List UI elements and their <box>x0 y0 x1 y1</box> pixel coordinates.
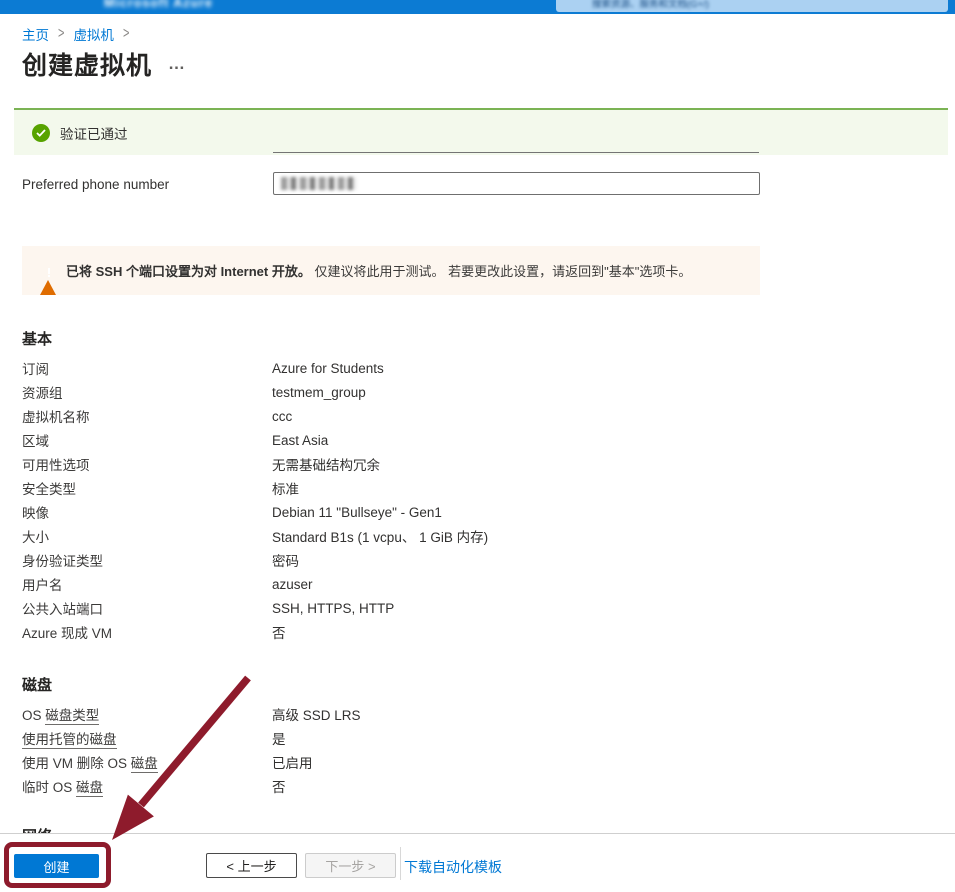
redacted-phone-value <box>281 177 357 190</box>
validation-success-banner: 验证已通过 <box>14 108 948 155</box>
row-value: azuser <box>272 577 313 592</box>
summary-row: 映像Debian 11 "Bullseye" - Gen1 <box>22 500 762 524</box>
page-title: 创建虚拟机 <box>22 46 152 82</box>
summary-row: 使用 VM 删除 OS 磁盘已启用 <box>22 750 762 774</box>
warning-triangle-icon <box>40 263 57 278</box>
summary-row: 安全类型标准 <box>22 476 762 500</box>
clipped-input-border <box>273 152 759 153</box>
title-row: 创建虚拟机 … <box>22 46 186 82</box>
basics-summary-rows: 订阅Azure for Students资源组testmem_group虚拟机名… <box>22 356 762 644</box>
row-value: 是 <box>272 728 286 748</box>
validation-success-text: 验证已通过 <box>60 123 128 143</box>
row-label-tooltip-term[interactable]: 磁盘 <box>76 780 103 797</box>
azure-logo[interactable]: Microsoft Azure <box>104 0 213 10</box>
summary-row: 虚拟机名称ccc <box>22 404 762 428</box>
row-value: ccc <box>272 409 292 424</box>
breadcrumb: 主页 > 虚拟机 > <box>22 24 129 44</box>
footer-bar: 创建 < 上一步 下一步 > 下载自动化模板 <box>0 833 955 892</box>
footer-divider <box>400 847 401 880</box>
row-value: 标准 <box>272 478 299 498</box>
row-label: 身份验证类型 <box>22 550 272 570</box>
row-label: 公共入站端口 <box>22 598 272 618</box>
row-label-tooltip-term[interactable]: 使用托管的磁盘 <box>22 732 117 749</box>
section-title-disks: 磁盘 <box>22 674 52 695</box>
row-label: 临时 OS 磁盘 <box>22 776 272 796</box>
section-title-basics: 基本 <box>22 328 52 349</box>
row-label: 安全类型 <box>22 478 272 498</box>
summary-row: 区域East Asia <box>22 428 762 452</box>
download-template-link[interactable]: 下载自动化模板 <box>404 857 502 877</box>
row-label-tooltip-term[interactable]: 磁盘 <box>131 756 158 773</box>
row-label: OS 磁盘类型 <box>22 704 272 724</box>
check-circle-icon <box>32 124 50 142</box>
summary-row: 资源组testmem_group <box>22 380 762 404</box>
ssh-warning-text: 已将 SSH 个端口设置为对 Internet 开放。 仅建议将此用于测试。 若… <box>66 261 691 280</box>
summary-row: Azure 现成 VM否 <box>22 620 762 644</box>
summary-row: 大小Standard B1s (1 vcpu、 1 GiB 内存) <box>22 524 762 548</box>
row-value: 否 <box>272 776 286 796</box>
previous-step-button[interactable]: < 上一步 <box>206 853 297 878</box>
create-vm-review-page: Microsoft Azure 搜索资源、服务和文档(G+/) 主页 > 虚拟机… <box>0 0 955 892</box>
row-label: 区域 <box>22 430 272 450</box>
global-search-placeholder: 搜索资源、服务和文档(G+/) <box>556 0 709 12</box>
row-label: 资源组 <box>22 382 272 402</box>
phone-number-label: Preferred phone number <box>22 177 169 192</box>
row-label-tooltip-term[interactable]: 磁盘类型 <box>45 708 99 725</box>
row-value: Azure for Students <box>272 361 384 376</box>
row-value: Debian 11 "Bullseye" - Gen1 <box>272 505 442 520</box>
summary-row: 公共入站端口SSH, HTTPS, HTTP <box>22 596 762 620</box>
row-label: 大小 <box>22 526 272 546</box>
chevron-right-icon: > <box>58 26 64 43</box>
chevron-right-icon: > <box>123 26 129 43</box>
row-value: Standard B1s (1 vcpu、 1 GiB 内存) <box>272 526 488 546</box>
row-value: SSH, HTTPS, HTTP <box>272 601 394 616</box>
row-value: 否 <box>272 622 286 642</box>
ssh-warning-banner: 已将 SSH 个端口设置为对 Internet 开放。 仅建议将此用于测试。 若… <box>22 246 760 295</box>
row-value: 无需基础结构冗余 <box>272 454 380 474</box>
breadcrumb-home-link[interactable]: 主页 <box>22 24 49 44</box>
row-label: 使用 VM 删除 OS 磁盘 <box>22 752 272 772</box>
ssh-warning-bold: 已将 SSH 个端口设置为对 Internet 开放。 <box>66 264 311 279</box>
row-value: 高级 SSD LRS <box>272 704 361 724</box>
summary-row: 临时 OS 磁盘否 <box>22 774 762 798</box>
global-search-input[interactable]: 搜索资源、服务和文档(G+/) <box>556 0 948 12</box>
more-actions-icon[interactable]: … <box>168 54 186 74</box>
row-label: 使用托管的磁盘 <box>22 728 272 748</box>
row-value: 密码 <box>272 550 299 570</box>
row-value: East Asia <box>272 433 328 448</box>
disks-summary-rows: OS 磁盘类型高级 SSD LRS 使用托管的磁盘 是使用 VM 删除 OS 磁盘已… <box>22 702 762 798</box>
row-label: 订阅 <box>22 358 272 378</box>
row-value: testmem_group <box>272 385 366 400</box>
summary-row: OS 磁盘类型高级 SSD LRS <box>22 702 762 726</box>
summary-row: 订阅Azure for Students <box>22 356 762 380</box>
summary-row: 可用性选项无需基础结构冗余 <box>22 452 762 476</box>
row-label: 用户名 <box>22 574 272 594</box>
create-button[interactable]: 创建 <box>14 854 99 878</box>
breadcrumb-vm-link[interactable]: 虚拟机 <box>73 24 114 44</box>
summary-row: 身份验证类型密码 <box>22 548 762 572</box>
row-label: 映像 <box>22 502 272 522</box>
summary-row: 使用托管的磁盘 是 <box>22 726 762 750</box>
row-label: Azure 现成 VM <box>22 622 272 642</box>
row-label: 虚拟机名称 <box>22 406 272 426</box>
ssh-warning-rest: 仅建议将此用于测试。 若要更改此设置，请返回到"基本"选项卡。 <box>314 264 691 279</box>
row-label: 可用性选项 <box>22 454 272 474</box>
summary-row: 用户名azuser <box>22 572 762 596</box>
phone-number-field[interactable] <box>273 172 760 195</box>
next-step-button-disabled: 下一步 > <box>305 853 396 878</box>
azure-top-bar: Microsoft Azure 搜索资源、服务和文档(G+/) <box>0 0 955 14</box>
row-value: 已启用 <box>272 752 313 772</box>
section-title-network-clipped: 网络 <box>22 820 52 833</box>
